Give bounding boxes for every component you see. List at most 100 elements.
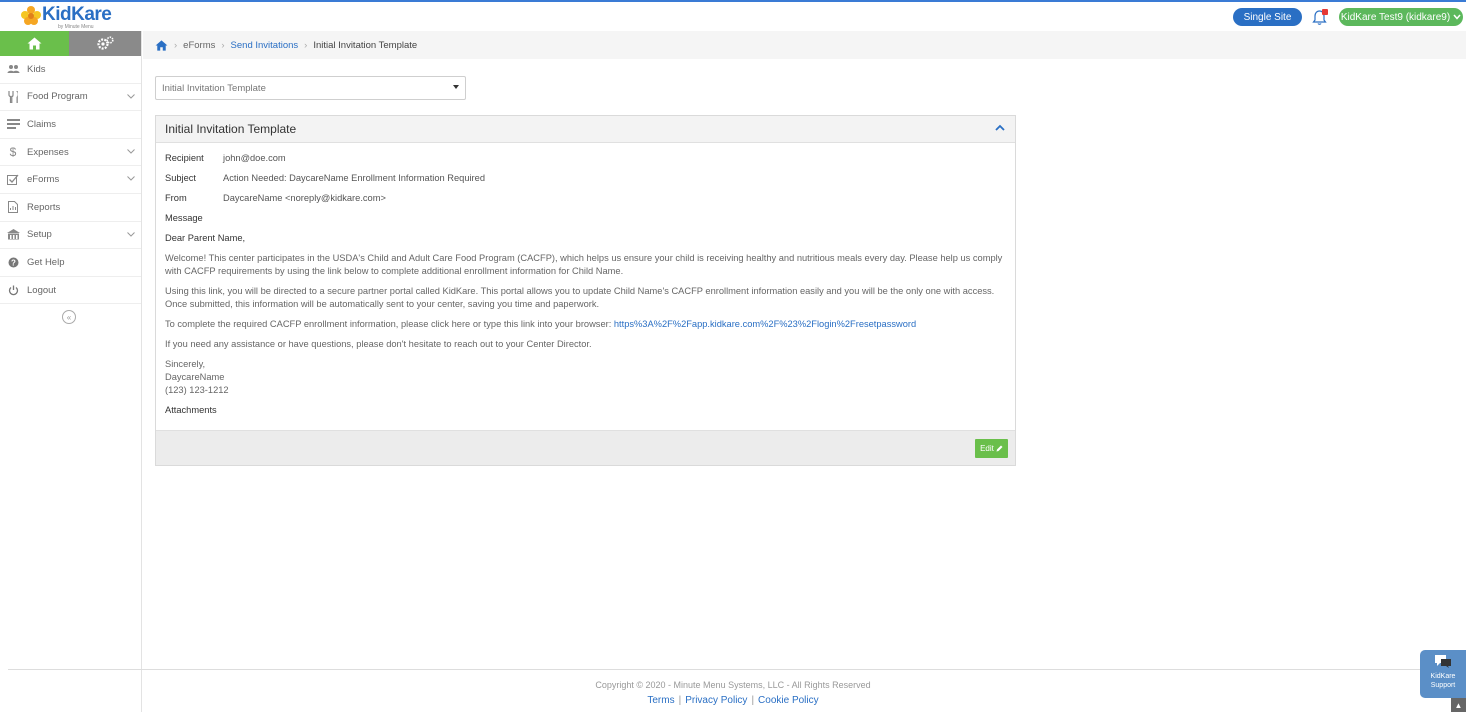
message-label: Message xyxy=(165,213,203,223)
logo-subtext: by Minute Menu xyxy=(58,24,94,30)
sidebar-item-label: Reports xyxy=(27,201,61,213)
attachments-label: Attachments xyxy=(165,405,217,415)
here-link[interactable]: here xyxy=(452,319,471,329)
user-label: KidKare Test9 (kidkare9) xyxy=(1340,11,1451,23)
checkbox-icon xyxy=(6,174,20,186)
breadcrumb-separator: › xyxy=(221,39,225,51)
support-label-line-1: KidKare xyxy=(1430,673,1456,680)
pencil-icon xyxy=(996,445,1003,452)
bell-icon[interactable] xyxy=(1311,8,1329,26)
signature-phone: (123) 123-1212 xyxy=(165,385,229,395)
panel-header[interactable]: Initial Invitation Template xyxy=(156,116,1015,143)
paragraph-text: To complete the required CACFP enrollmen… xyxy=(165,319,452,329)
help-icon: ? xyxy=(6,256,20,268)
logo-text: KidKare xyxy=(42,4,112,25)
caret-up-icon: ▲ xyxy=(1454,700,1463,710)
kidkare-logo[interactable]: KidKare by Minute Menu xyxy=(20,4,112,30)
from-row: From DaycareName <noreply@kidkare.com> xyxy=(165,192,1006,212)
panel-title: Initial Invitation Template xyxy=(165,122,297,136)
panel-body: Recipient john@doe.com Subject Action Ne… xyxy=(156,143,1015,417)
top-bar: KidKare by Minute Menu Single Site KidKa… xyxy=(0,0,1466,31)
footer-separator: | xyxy=(751,695,755,706)
double-chevron-left-icon: « xyxy=(66,312,72,322)
message-paragraph-3: To complete the required CACFP enrollmen… xyxy=(165,318,1006,331)
edit-button[interactable]: Edit xyxy=(975,439,1008,458)
template-select-value: Initial Invitation Template xyxy=(162,82,266,94)
recipient-row: Recipient john@doe.com xyxy=(165,152,1006,172)
footer-links: Terms | Privacy Policy | Cookie Policy xyxy=(143,695,1323,706)
sidebar-nav: Kids Food Program Claims $ Expenses eFor… xyxy=(0,56,141,305)
template-select[interactable]: Initial Invitation Template xyxy=(155,76,466,100)
subject-value: Action Needed: DaycareName Enrollment In… xyxy=(223,173,485,183)
breadcrumb-item-current: Initial Invitation Template xyxy=(313,39,418,51)
sidebar-item-label: Logout xyxy=(27,284,57,296)
chat-icon xyxy=(1435,655,1451,668)
sidebar-item-label: Expenses xyxy=(27,146,69,158)
sidebar-item-eforms[interactable]: eForms xyxy=(0,166,141,194)
kidkare-support-button[interactable]: KidKare Support xyxy=(1420,650,1466,698)
sidebar-item-logout[interactable]: Logout xyxy=(0,277,141,305)
utensils-icon xyxy=(6,90,20,103)
chevron-down-icon xyxy=(127,93,135,99)
home-button[interactable] xyxy=(0,31,69,56)
power-icon xyxy=(6,284,20,296)
breadcrumb-separator: › xyxy=(304,39,308,51)
from-value: DaycareName <noreply@kidkare.com> xyxy=(223,193,386,203)
message-paragraph-1: Welcome! This center participates in the… xyxy=(165,253,1003,276)
sidebar: Kids Food Program Claims $ Expenses eFor… xyxy=(0,31,142,712)
sidebar-item-get-help[interactable]: ? Get Help xyxy=(0,249,141,277)
greeting: Dear Parent Name, xyxy=(165,233,246,243)
sidebar-item-label: Claims xyxy=(27,118,57,130)
reset-password-link[interactable]: https%3A%2F%2Fapp.kidkare.com%2F%23%2Flo… xyxy=(614,319,916,329)
users-icon xyxy=(6,63,20,75)
sidebar-item-label: Setup xyxy=(27,229,52,241)
home-icon[interactable] xyxy=(155,39,168,51)
signoff: Sincerely, xyxy=(165,359,206,369)
privacy-policy-link[interactable]: Privacy Policy xyxy=(685,695,747,706)
terms-link[interactable]: Terms xyxy=(647,695,674,706)
recipient-label: Recipient xyxy=(165,153,204,163)
message-paragraph-4: If you need any assistance or have quest… xyxy=(165,339,592,349)
svg-text:?: ? xyxy=(11,258,16,267)
breadcrumb-item-eforms[interactable]: eForms xyxy=(183,40,215,51)
signature-name: DaycareName xyxy=(165,372,225,382)
flower-logo-icon xyxy=(21,6,41,25)
message-paragraph-2: Using this link, you will be directed to… xyxy=(165,286,995,309)
home-icon xyxy=(27,37,42,50)
sidebar-item-claims[interactable]: Claims xyxy=(0,111,141,139)
sidebar-item-label: Food Program xyxy=(27,91,88,103)
cookie-policy-link[interactable]: Cookie Policy xyxy=(758,695,819,706)
breadcrumb-separator: › xyxy=(174,39,178,51)
settings-button[interactable] xyxy=(68,31,141,56)
panel-footer: Edit xyxy=(156,430,1015,465)
from-label: From xyxy=(165,193,187,203)
sidebar-item-expenses[interactable]: $ Expenses xyxy=(0,139,141,167)
scroll-to-top-button[interactable]: ▲ xyxy=(1451,698,1466,712)
chevron-down-icon xyxy=(1453,14,1461,20)
report-icon xyxy=(6,201,20,214)
support-label-line-2: Support xyxy=(1430,682,1456,689)
edit-label: Edit xyxy=(980,444,994,453)
collapse-sidebar-button[interactable]: « xyxy=(62,310,76,324)
building-icon xyxy=(6,229,20,241)
breadcrumb-item-send-invitations[interactable]: Send Invitations xyxy=(231,40,299,51)
signature: Sincerely, DaycareName (123) 123-1212 xyxy=(165,358,1006,397)
chevron-down-icon xyxy=(127,148,135,154)
recipient-value: john@doe.com xyxy=(223,153,286,163)
subject-label: Subject xyxy=(165,173,197,183)
footer-separator: | xyxy=(678,695,682,706)
copyright-text: Copyright © 2020 - Minute Menu Systems, … xyxy=(595,680,871,690)
subject-row: Subject Action Needed: DaycareName Enrol… xyxy=(165,172,1006,192)
sidebar-item-food-program[interactable]: Food Program xyxy=(0,84,141,112)
dollar-icon: $ xyxy=(9,145,17,160)
list-icon xyxy=(6,118,20,130)
user-menu-button[interactable]: KidKare Test9 (kidkare9) xyxy=(1339,8,1463,26)
sidebar-item-reports[interactable]: Reports xyxy=(0,194,141,222)
breadcrumb: › eForms › Send Invitations › Initial In… xyxy=(143,31,1466,59)
single-site-button[interactable]: Single Site xyxy=(1233,8,1302,26)
chevron-up-icon[interactable] xyxy=(995,124,1005,131)
sidebar-item-kids[interactable]: Kids xyxy=(0,56,141,84)
chevron-down-icon xyxy=(127,231,135,237)
paragraph-text: or type this link into your browser: xyxy=(470,319,614,329)
sidebar-item-setup[interactable]: Setup xyxy=(0,222,141,250)
